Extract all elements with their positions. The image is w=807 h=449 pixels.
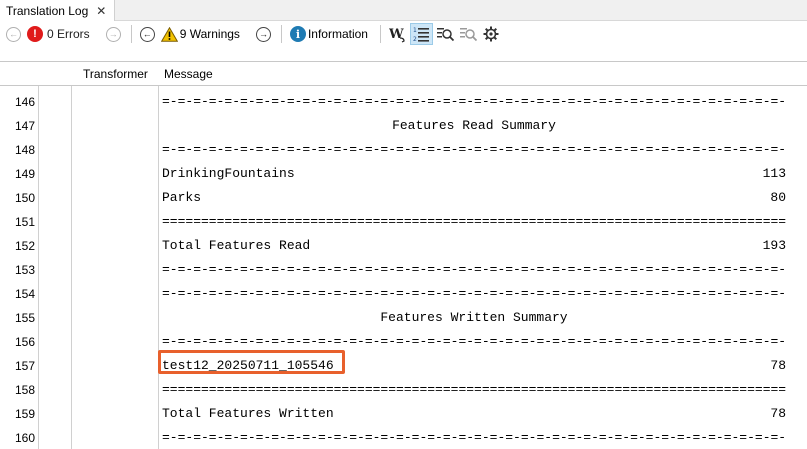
table-row[interactable]: 155 Features Written Summary (0, 305, 807, 329)
line-numbers-button[interactable]: 1 2 (409, 23, 433, 45)
log-message: ========================================… (162, 214, 786, 229)
svg-text:2: 2 (413, 36, 417, 42)
find-next-button[interactable] (458, 23, 479, 45)
word-wrap-icon: W (389, 27, 405, 43)
feature-count: 113 (762, 166, 786, 181)
row-number: 153 (14, 263, 35, 277)
table-row[interactable]: 149 DrinkingFountains 113 (0, 161, 807, 185)
find-next-icon (459, 28, 477, 42)
table-row[interactable]: 150 Parks 80 (0, 185, 807, 209)
tab-translation-log[interactable]: Translation Log ✕ (0, 0, 116, 21)
circle-arrow-right-icon: → (255, 26, 271, 42)
circle-arrow-left-icon: ← (139, 26, 155, 42)
close-icon[interactable]: ✕ (96, 4, 106, 18)
log-message: =-=-=-=-=-=-=-=-=-=-=-=-=-=-=-=-=-=-=-=-… (162, 262, 786, 277)
information-filter-button[interactable]: i Information (288, 23, 370, 45)
error-icon: ! (27, 26, 43, 42)
header-transformer[interactable]: Transformer (83, 67, 148, 81)
log-message: ========================================… (162, 382, 786, 397)
word-wrap-button[interactable]: W (387, 23, 408, 45)
log-message: Features Read Summary (392, 118, 556, 133)
table-row[interactable]: 153 =-=-=-=-=-=-=-=-=-=-=-=-=-=-=-=-=-=-… (0, 257, 807, 281)
next-error-button[interactable]: → (104, 23, 123, 45)
find-icon (436, 28, 454, 42)
log-message: =-=-=-=-=-=-=-=-=-=-=-=-=-=-=-=-=-=-=-=-… (162, 142, 786, 157)
find-button[interactable] (435, 23, 456, 45)
table-row[interactable]: 157 test12_20250711_105546 78 (0, 350, 807, 377)
circle-arrow-right-icon: → (105, 26, 121, 42)
table-row[interactable]: 152 Total Features Read 193 (0, 233, 807, 257)
previous-error-button[interactable]: ← (4, 23, 23, 45)
warnings-label: 9 Warnings (179, 27, 240, 41)
table-header: Transformer Message (0, 62, 807, 86)
table-row[interactable]: 159 Total Features Written 78 (0, 401, 807, 425)
table-row[interactable]: 154 =-=-=-=-=-=-=-=-=-=-=-=-=-=-=-=-=-=-… (0, 281, 807, 305)
row-number: 156 (14, 335, 35, 349)
row-number: 147 (14, 119, 35, 133)
table-row[interactable]: 147 Features Read Summary (0, 113, 807, 137)
log-message: DrinkingFountains (162, 166, 295, 181)
feature-count: 80 (770, 190, 786, 205)
log-message: =-=-=-=-=-=-=-=-=-=-=-=-=-=-=-=-=-=-=-=-… (162, 430, 786, 445)
information-icon: i (289, 26, 306, 42)
circle-arrow-left-icon: ← (6, 26, 21, 42)
settings-button[interactable] (481, 23, 501, 45)
previous-warning-button[interactable]: ← (138, 23, 157, 45)
tab-bar: Translation Log ✕ (0, 0, 807, 21)
row-number: 154 (14, 287, 35, 301)
translation-log-table: Transformer Message 146 =-=-=-=-=-=-=-=-… (0, 61, 807, 449)
gear-icon (483, 26, 499, 42)
row-number: 160 (14, 431, 35, 445)
toolbar-separator (379, 25, 381, 43)
warnings-filter-button[interactable]: 9 Warnings (159, 23, 242, 45)
svg-text:1: 1 (413, 27, 417, 34)
errors-filter-button[interactable]: ! 0 Errors (25, 23, 92, 45)
warning-icon (160, 26, 178, 42)
row-number: 157 (14, 359, 35, 373)
row-number: 150 (14, 191, 35, 205)
table-row[interactable]: 146 =-=-=-=-=-=-=-=-=-=-=-=-=-=-=-=-=-=-… (0, 89, 807, 113)
row-number: 158 (14, 383, 35, 397)
table-row[interactable]: 160 =-=-=-=-=-=-=-=-=-=-=-=-=-=-=-=-=-=-… (0, 425, 807, 449)
tab-label: Translation Log (6, 3, 89, 18)
header-message[interactable]: Message (164, 67, 213, 81)
row-number: 151 (14, 215, 35, 229)
table-row[interactable]: 151 ====================================… (0, 209, 807, 233)
log-message: Parks (162, 190, 202, 205)
toolbar-separator (130, 25, 132, 43)
feature-count: 78 (770, 406, 786, 421)
table-row[interactable]: 156 =-=-=-=-=-=-=-=-=-=-=-=-=-=-=-=-=-=-… (0, 329, 807, 353)
row-number: 148 (14, 143, 35, 157)
row-number: 146 (14, 95, 35, 109)
table-row[interactable]: 148 =-=-=-=-=-=-=-=-=-=-=-=-=-=-=-=-=-=-… (0, 137, 807, 161)
svg-text:W: W (389, 27, 404, 42)
log-message: Features Written Summary (380, 310, 568, 325)
row-number: 159 (14, 407, 35, 421)
row-number: 149 (14, 167, 35, 181)
toolbar: ← ! 0 Errors → ← 9 Warnings → i Informat… (0, 21, 807, 47)
log-message: =-=-=-=-=-=-=-=-=-=-=-=-=-=-=-=-=-=-=-=-… (162, 94, 786, 109)
feature-count: 193 (762, 238, 786, 253)
log-message: =-=-=-=-=-=-=-=-=-=-=-=-=-=-=-=-=-=-=-=-… (162, 334, 786, 349)
log-message: Total Features Written (162, 406, 334, 421)
log-message: Total Features Read (162, 238, 311, 253)
log-message: =-=-=-=-=-=-=-=-=-=-=-=-=-=-=-=-=-=-=-=-… (162, 286, 786, 301)
line-numbers-icon: 1 2 (413, 27, 429, 42)
log-message: test12_20250711_105546 (162, 358, 334, 373)
next-warning-button[interactable]: → (254, 23, 273, 45)
errors-label: 0 Errors (47, 27, 90, 41)
toolbar-separator (280, 25, 282, 43)
table-row[interactable]: 158 ====================================… (0, 377, 807, 401)
row-number: 155 (14, 311, 35, 325)
row-number: 152 (14, 239, 35, 253)
information-label: Information (307, 27, 368, 41)
feature-count: 78 (770, 358, 786, 373)
